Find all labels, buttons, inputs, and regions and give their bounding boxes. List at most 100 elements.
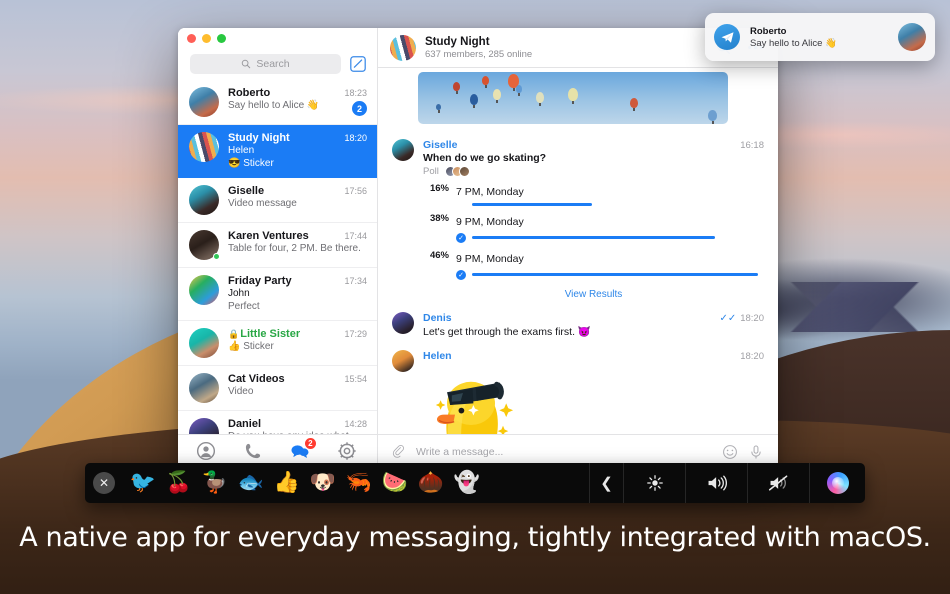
chat-item-content: Daniel 14:28Do you have any idea what [228, 418, 367, 434]
message-input-placeholder[interactable]: Write a message... [416, 446, 712, 458]
view-results-link[interactable]: View Results [423, 286, 764, 302]
poll-option[interactable]: 16% 7 PM, Monday [423, 182, 764, 206]
poll-option-col: 9 PM, Monday ✓ [456, 249, 764, 280]
avatar [189, 132, 219, 162]
chevron-left-icon[interactable]: ❮ [589, 463, 623, 503]
message-author[interactable]: Denis [423, 312, 452, 324]
window-body: Search Roberto 18:23 Say hello to Alice 👋 2… [178, 28, 778, 468]
touchbar-sticker[interactable]: 👻 [449, 466, 485, 500]
chats-bubbles-icon[interactable]: 2 [290, 436, 317, 463]
chat-item-content: Friday Party 17:34 John Perfect [228, 275, 367, 313]
chat-item-top: Friday Party 17:34 [228, 275, 367, 287]
minimize-window-button[interactable] [202, 33, 211, 43]
avatar [189, 87, 219, 117]
touchbar-sticker[interactable]: 🌰 [413, 466, 449, 500]
cool-duck-sunglasses-sticker[interactable] [423, 365, 519, 435]
chat-list-item-cat-videos[interactable]: Cat Videos 15:54 Video [178, 366, 377, 411]
avatar[interactable] [392, 139, 414, 161]
chat-item-content: 🔒Little Sister 17:29 👍 Sticker [228, 328, 367, 358]
close-window-button[interactable] [187, 33, 196, 43]
poll-option-bar [472, 236, 716, 239]
touchbar-sticker[interactable]: 🐦 [125, 466, 161, 500]
settings-gear-icon[interactable] [337, 441, 359, 463]
poll-option[interactable]: 46% 9 PM, Monday ✓ [423, 249, 764, 280]
touchbar-sticker[interactable]: 🍉 [377, 466, 413, 500]
telegram-app-window: Search Roberto 18:23 Say hello to Alice 👋 2… [178, 28, 778, 468]
chat-item-content: Cat Videos 15:54 Video [228, 373, 367, 403]
touchbar: ✕ 🐦 🍒 🦆 🐟 👍 🐶 🦐 🍉 🌰 👻 ❮ [85, 463, 865, 503]
search-icon [242, 59, 251, 69]
chat-item-content: Study Night 18:20 Helen 😎 Sticker [228, 132, 367, 170]
poll-option[interactable]: 38% 9 PM, Monday ✓ [423, 212, 764, 243]
chat-list-item-daniel[interactable]: Daniel 14:28Do you have any idea what [178, 411, 377, 434]
lock-icon: 🔒 [228, 329, 240, 339]
chat-list-item-study-night[interactable]: Study Night 18:20 Helen 😎 Sticker [178, 125, 377, 178]
notification-banner[interactable]: Roberto Say hello to Alice 👋 [705, 13, 935, 61]
chat-item-preview: Say hello to Alice 👋 [228, 100, 320, 111]
chat-item-preview: Do you have any idea what [228, 430, 367, 434]
poll-question: When do we go skating? [423, 152, 547, 164]
chat-item-time: 17:44 [344, 231, 367, 241]
chat-list-item-friday-party[interactable]: Friday Party 17:34 John Perfect [178, 268, 377, 321]
touchbar-sticker[interactable]: 🐶 [305, 466, 341, 500]
online-status-dot [213, 253, 220, 260]
chat-item-preview: Table for four, 2 PM. Be there. [228, 243, 361, 254]
chat-item-preview: Video message [228, 198, 297, 209]
touchbar-sticker[interactable]: 🦆 [197, 466, 233, 500]
notification-avatar [898, 23, 926, 51]
avatar[interactable] [392, 311, 414, 334]
photo-message[interactable] [418, 72, 728, 124]
poll-voters-avatars [444, 166, 470, 177]
message-author[interactable]: Helen [423, 350, 452, 362]
message-author[interactable]: Giselle [423, 139, 457, 151]
mute-icon[interactable] [747, 463, 809, 503]
close-x-icon[interactable]: ✕ [93, 472, 115, 494]
conversation-pane: Study Night 637 members, 285 online Gise… [378, 28, 778, 468]
chat-list-item-little-sister[interactable]: 🔒Little Sister 17:29 👍 Sticker [178, 321, 377, 366]
siri-orb-icon[interactable] [809, 463, 865, 503]
poll-option-percent: 46% [429, 249, 449, 261]
sidebar: Search Roberto 18:23 Say hello to Alice 👋 2… [178, 28, 378, 468]
chat-item-top: Daniel 14:28 [228, 418, 367, 430]
conversation-avatar[interactable] [390, 34, 416, 61]
smiley-icon[interactable] [722, 444, 738, 460]
chat-list-item-karen-ventures[interactable]: Karen Ventures 17:44 Table for four, 2 PM.… [178, 223, 377, 268]
brightness-icon[interactable] [623, 463, 685, 503]
message-time: 16:18 [740, 140, 764, 151]
chat-list[interactable]: Roberto 18:23 Say hello to Alice 👋 2 Study N… [178, 80, 377, 434]
contacts-person-icon[interactable] [196, 441, 218, 463]
poll-option-percent: 38% [429, 212, 449, 224]
chat-item-preview: 👍 Sticker [228, 341, 274, 352]
poll-option-barwrap: ✓ [456, 269, 764, 280]
microphone-icon[interactable] [748, 444, 764, 460]
search-placeholder: Search [256, 58, 290, 70]
search-row: Search [178, 48, 377, 80]
chat-list-item-roberto[interactable]: Roberto 18:23 Say hello to Alice 👋 2 [178, 80, 377, 125]
volume-up-icon[interactable] [685, 463, 747, 503]
avatar[interactable] [392, 349, 414, 372]
touchbar-sticker[interactable]: 🍒 [161, 466, 197, 500]
paperclip-icon[interactable] [390, 444, 406, 460]
calls-phone-icon[interactable] [243, 441, 265, 463]
chat-item-title: Karen Ventures [228, 230, 309, 242]
search-input[interactable]: Search [190, 54, 341, 74]
chat-list-item-giselle[interactable]: Giselle 17:56 Video message [178, 178, 377, 223]
touchbar-sticker[interactable]: 👍 [269, 466, 305, 500]
message-head: Helen 18:20 [423, 350, 764, 362]
touchbar-sticker[interactable]: 🐟 [233, 466, 269, 500]
text-message: Denis ✓✓ 18:20 Let's get through the exa… [392, 307, 764, 345]
zoom-window-button[interactable] [217, 33, 226, 43]
poll-type-label: Poll [423, 166, 439, 177]
avatar [189, 185, 219, 215]
chat-item-time: 14:28 [344, 419, 367, 429]
window-titlebar [178, 28, 377, 48]
chat-item-content: Karen Ventures 17:44 Table for four, 2 PM.… [228, 230, 367, 260]
poll-message: Giselle 16:18 When do we go skating? Pol… [392, 134, 764, 307]
touchbar-sticker[interactable]: 🦐 [341, 466, 377, 500]
chat-item-time: 18:20 [344, 133, 367, 143]
chat-item-time: 15:54 [344, 374, 367, 384]
chat-item-preview: 😎 Sticker [228, 158, 274, 169]
message-list[interactable]: Giselle 16:18 When do we go skating? Pol… [378, 68, 778, 434]
compose-pencil-icon[interactable] [349, 55, 367, 73]
notification-text: Roberto Say hello to Alice 👋 [750, 26, 888, 49]
